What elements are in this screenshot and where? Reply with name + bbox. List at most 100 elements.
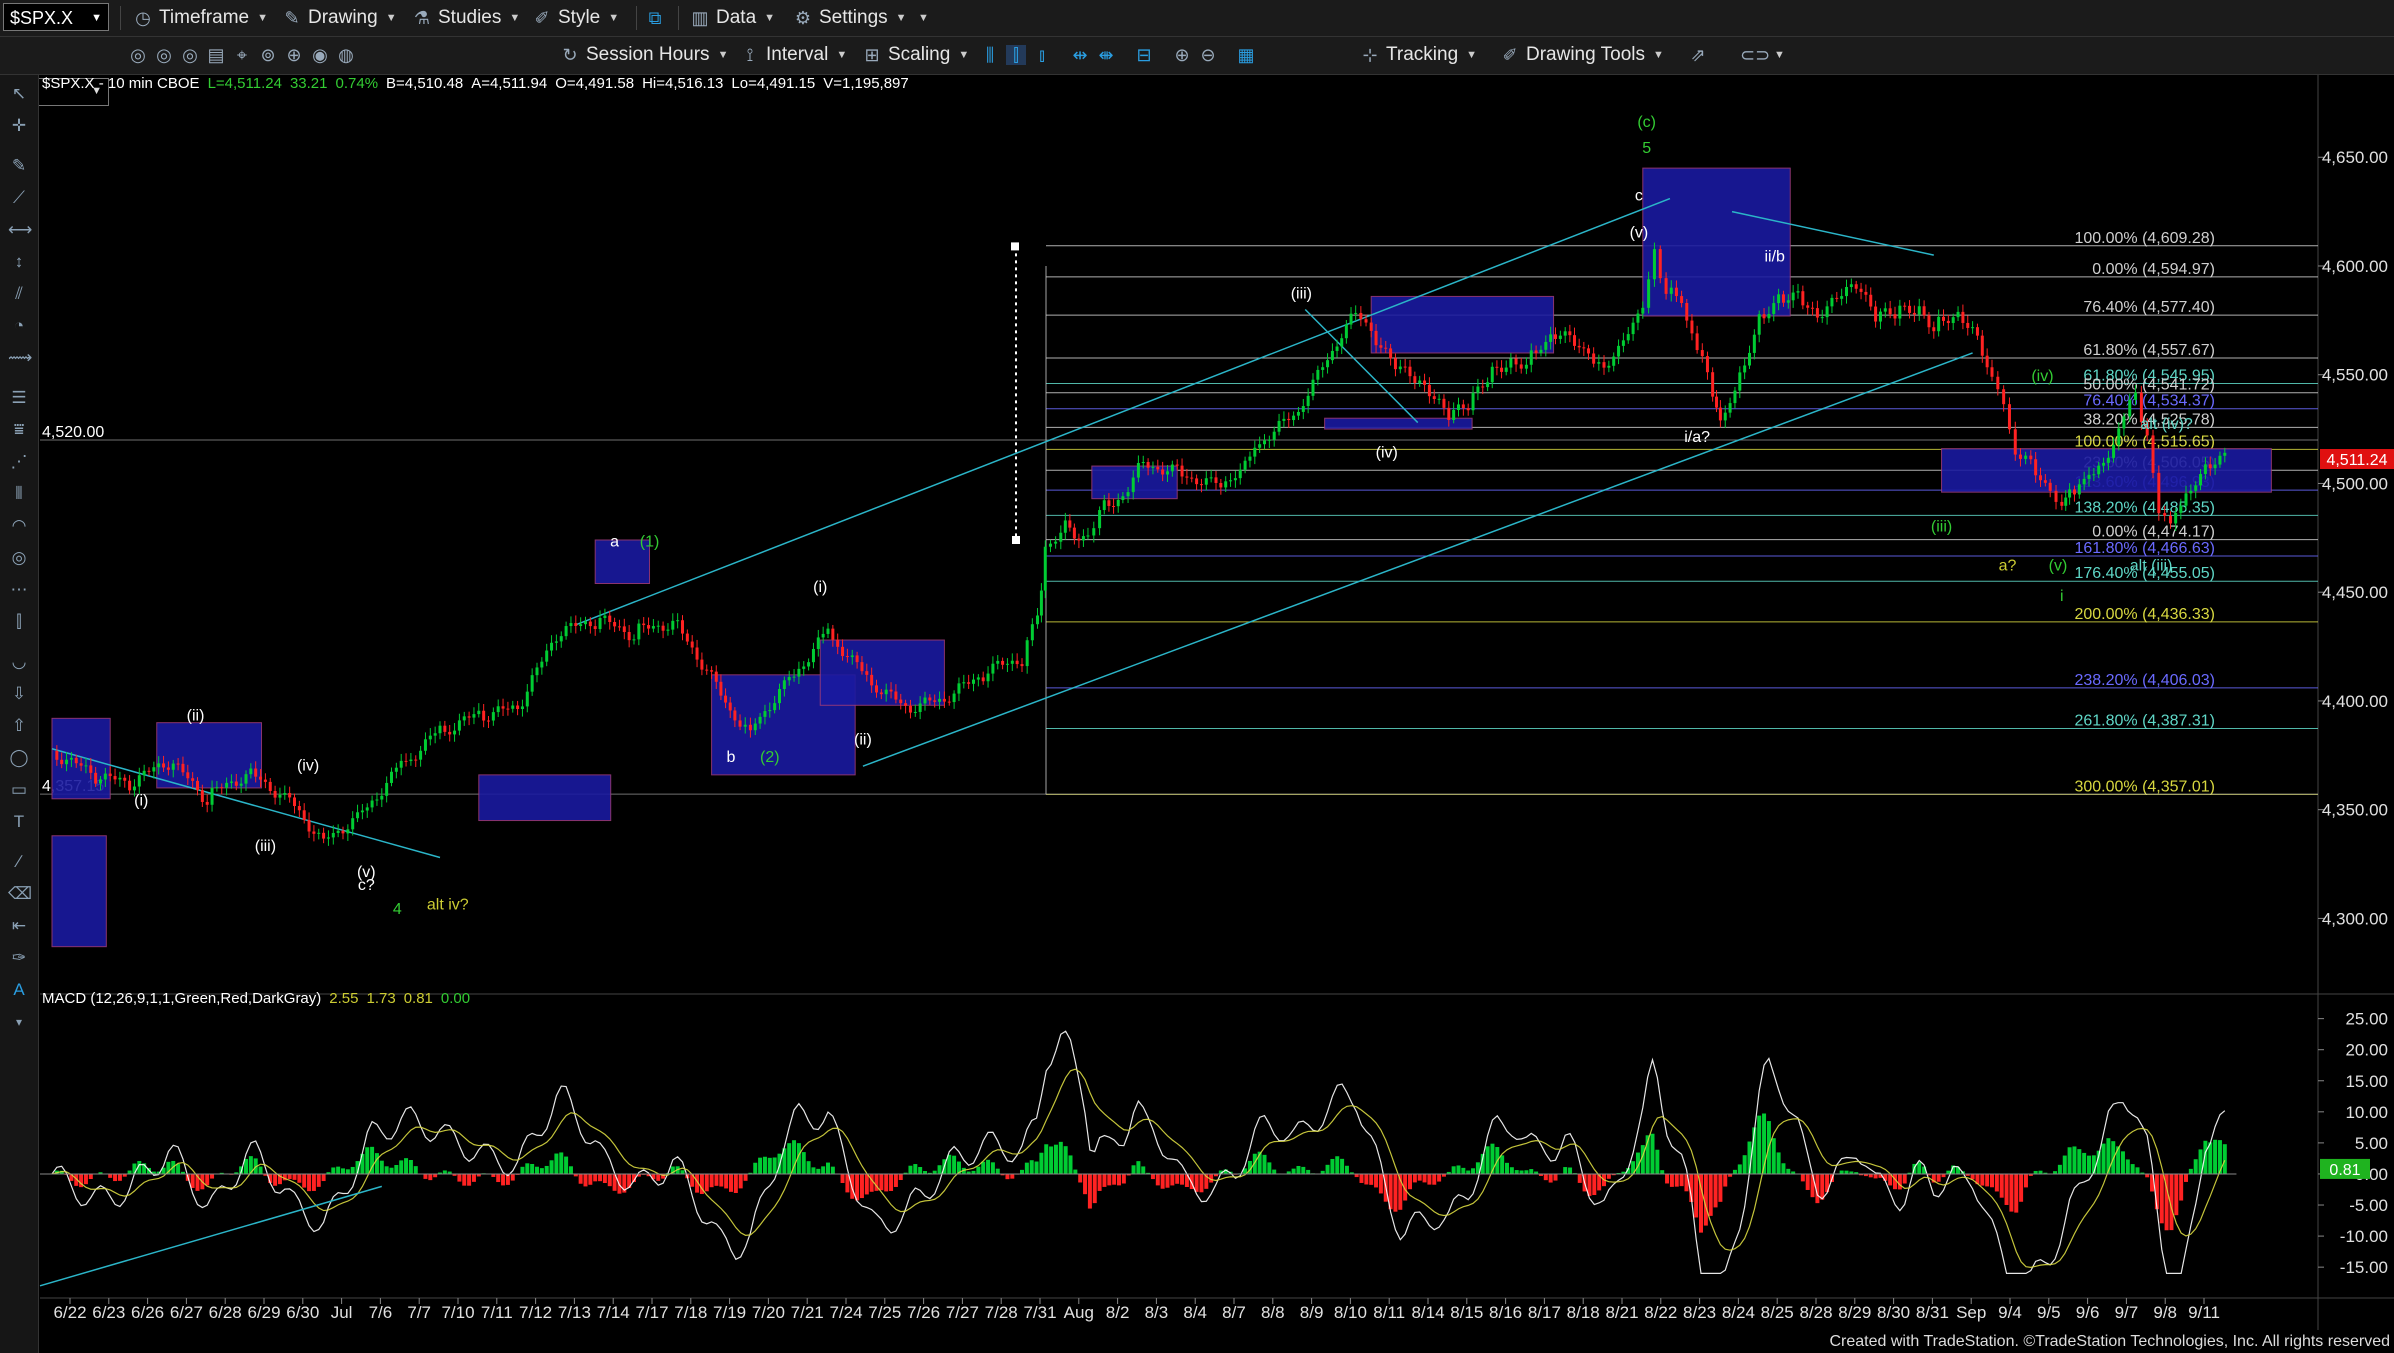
fib-time-icon[interactable]: ⫴ bbox=[8, 483, 30, 505]
candle-body bbox=[1830, 297, 1834, 307]
crosshair-icon[interactable]: ✛ bbox=[8, 115, 30, 137]
gap-icon[interactable]: ⫿ bbox=[8, 611, 30, 633]
candle-body bbox=[778, 688, 781, 704]
candle-body bbox=[1524, 364, 1528, 369]
price-tick-label: 4,550.00 bbox=[2322, 366, 2388, 385]
zoom-in-icon[interactable]: ⊕ bbox=[1172, 45, 1192, 65]
arrow-up-icon[interactable]: ⇧ bbox=[8, 715, 30, 737]
candle-body bbox=[1340, 338, 1344, 347]
data-button[interactable]: ▥ Data ▼ bbox=[690, 5, 775, 31]
price-chart[interactable]: 4,650.00 4,600.00 4,550.00 4,500.00 4,450.00… bbox=[0, 0, 2394, 1353]
candle-body bbox=[200, 790, 204, 802]
macd-histogram-bar bbox=[913, 1164, 918, 1174]
candle-style-icon[interactable]: ⫿ bbox=[1006, 45, 1026, 65]
text-tool-icon[interactable]: T bbox=[8, 811, 30, 833]
lightbulb-icon[interactable]: ◉ bbox=[310, 45, 330, 65]
fib-retracement-icon[interactable]: ☰ bbox=[8, 387, 30, 409]
fib-arcs-icon[interactable]: ◠ bbox=[8, 515, 30, 537]
text-label-icon[interactable]: A bbox=[8, 979, 30, 1001]
measure-icon[interactable]: ⇤ bbox=[8, 915, 30, 937]
candle-body bbox=[1015, 660, 1019, 665]
macd-histogram-bar bbox=[2004, 1173, 2009, 1205]
settings-button[interactable]: ⚙ Settings ▼ bbox=[793, 5, 907, 31]
chevron-down-icon: ▼ bbox=[958, 49, 970, 61]
horizontal-line-icon[interactable]: ⟷ bbox=[8, 219, 32, 241]
scaling-button[interactable]: ⊞ Scaling ▼ bbox=[862, 42, 969, 68]
rectangle-icon[interactable]: ▭ bbox=[8, 779, 30, 801]
timeframe-button[interactable]: ◷ Timeframe ▼ bbox=[133, 5, 268, 31]
macd-histogram-bar bbox=[1708, 1173, 1713, 1216]
candle-body bbox=[1685, 302, 1689, 321]
vertical-line-icon[interactable]: ↕ bbox=[8, 251, 30, 273]
regression-icon[interactable]: ⟿ bbox=[8, 347, 32, 369]
fib-fan-icon[interactable]: ⋰ bbox=[8, 451, 30, 473]
wave-label: (iv) bbox=[297, 758, 319, 775]
candle-body bbox=[1577, 345, 1581, 348]
macd-histogram-bar bbox=[1374, 1173, 1379, 1188]
macd-histogram-bar bbox=[1083, 1173, 1088, 1195]
link-button[interactable]: ⊂⊃ ▼ bbox=[1740, 42, 1785, 68]
macd-histogram-bar bbox=[743, 1173, 748, 1181]
arc-icon[interactable]: ◡ bbox=[8, 651, 30, 673]
wave-label: (2) bbox=[760, 749, 780, 766]
fib-extension-icon[interactable]: ⩸ bbox=[8, 419, 30, 441]
circle-icon[interactable]: ◎ bbox=[154, 45, 174, 65]
trendline-icon[interactable]: ⟋ bbox=[8, 187, 30, 209]
export-button[interactable]: ⇗ bbox=[1688, 42, 1714, 68]
pen-icon[interactable]: ✎ bbox=[8, 155, 30, 177]
studies-button[interactable]: ⚗ Studies ▼ bbox=[412, 5, 520, 31]
candle-body bbox=[724, 695, 728, 703]
chart-analysis-button[interactable]: ⧉ bbox=[645, 5, 671, 31]
notes-icon[interactable]: ▤ bbox=[206, 45, 226, 65]
more-menu-button[interactable]: ▼ bbox=[910, 5, 929, 31]
zoom-out-bars-icon[interactable]: ⇹ bbox=[1070, 45, 1090, 65]
alert-icon[interactable]: ⊕ bbox=[284, 45, 304, 65]
circle-icon[interactable]: ◎ bbox=[180, 45, 200, 65]
drawing-tools-label: Drawing Tools bbox=[1526, 44, 1645, 65]
symbol-input[interactable]: $SPX.X ▼ bbox=[3, 3, 109, 31]
candle-body bbox=[831, 628, 835, 640]
candle-body bbox=[661, 625, 665, 631]
ellipse-icon[interactable]: ◯ bbox=[8, 747, 30, 769]
tracking-button[interactable]: ⊹ Tracking ▼ bbox=[1360, 42, 1477, 68]
style-button[interactable]: ✐ Style ▼ bbox=[532, 5, 619, 31]
zoom-out-icon[interactable]: ⊖ bbox=[1198, 45, 1218, 65]
candle-body bbox=[511, 705, 515, 709]
gann-icon[interactable]: ◔ bbox=[8, 315, 30, 337]
macd-histogram-bar bbox=[2213, 1139, 2218, 1174]
macd-histogram-bar bbox=[2159, 1173, 2164, 1224]
drawing-tools-button[interactable]: ✐ Drawing Tools ▼ bbox=[1500, 42, 1663, 68]
speed-lines-icon[interactable]: ⋯ bbox=[8, 579, 30, 601]
candle-body bbox=[1647, 279, 1651, 308]
layout-icon[interactable]: ⊟ bbox=[1134, 45, 1154, 65]
zoom-in-bars-icon[interactable]: ⇼ bbox=[1096, 45, 1116, 65]
line-tool-icon[interactable]: ∕ bbox=[8, 851, 30, 873]
circle-icon[interactable]: ◎ bbox=[128, 45, 148, 65]
pointer-icon[interactable]: ↖ bbox=[8, 83, 30, 105]
hollow-candle-icon[interactable]: ⫾ bbox=[1032, 45, 1052, 65]
candle-body bbox=[1845, 286, 1848, 297]
session-hours-button[interactable]: ↻ Session Hours ▼ bbox=[560, 42, 728, 68]
candle-body bbox=[1267, 439, 1271, 441]
macd-histogram-bar bbox=[1897, 1173, 1902, 1190]
grid-icon[interactable]: ▦ bbox=[1236, 45, 1256, 65]
candle-body bbox=[685, 633, 689, 642]
date-tick-label: 8/10 bbox=[1334, 1303, 1367, 1322]
wave-label: (iv) bbox=[2031, 368, 2053, 385]
brush-icon[interactable]: ✑ bbox=[8, 947, 30, 969]
candle-body bbox=[1344, 324, 1348, 339]
target-icon[interactable]: ⊚ bbox=[258, 45, 278, 65]
arrow-down-icon[interactable]: ⇩ bbox=[8, 683, 30, 705]
eraser-icon[interactable]: ⌫ bbox=[8, 883, 32, 905]
candle-body bbox=[1258, 444, 1262, 448]
pin-icon[interactable]: ⌖ bbox=[232, 45, 252, 65]
chevron-down-icon[interactable]: ▾ bbox=[8, 1011, 30, 1033]
fib-circle-icon[interactable]: ◎ bbox=[8, 547, 30, 569]
macd-histogram-bar bbox=[1141, 1166, 1146, 1174]
drawing-button[interactable]: ✎ Drawing ▼ bbox=[282, 5, 396, 31]
channel-icon[interactable]: ⫽ bbox=[8, 283, 30, 305]
interval-button[interactable]: ⟟ Interval ▼ bbox=[740, 42, 848, 68]
gauge-icon[interactable]: ◍ bbox=[336, 45, 356, 65]
macd-histogram-bar bbox=[2067, 1147, 2072, 1174]
bar-style-icon[interactable]: ⫼ bbox=[980, 45, 1000, 65]
